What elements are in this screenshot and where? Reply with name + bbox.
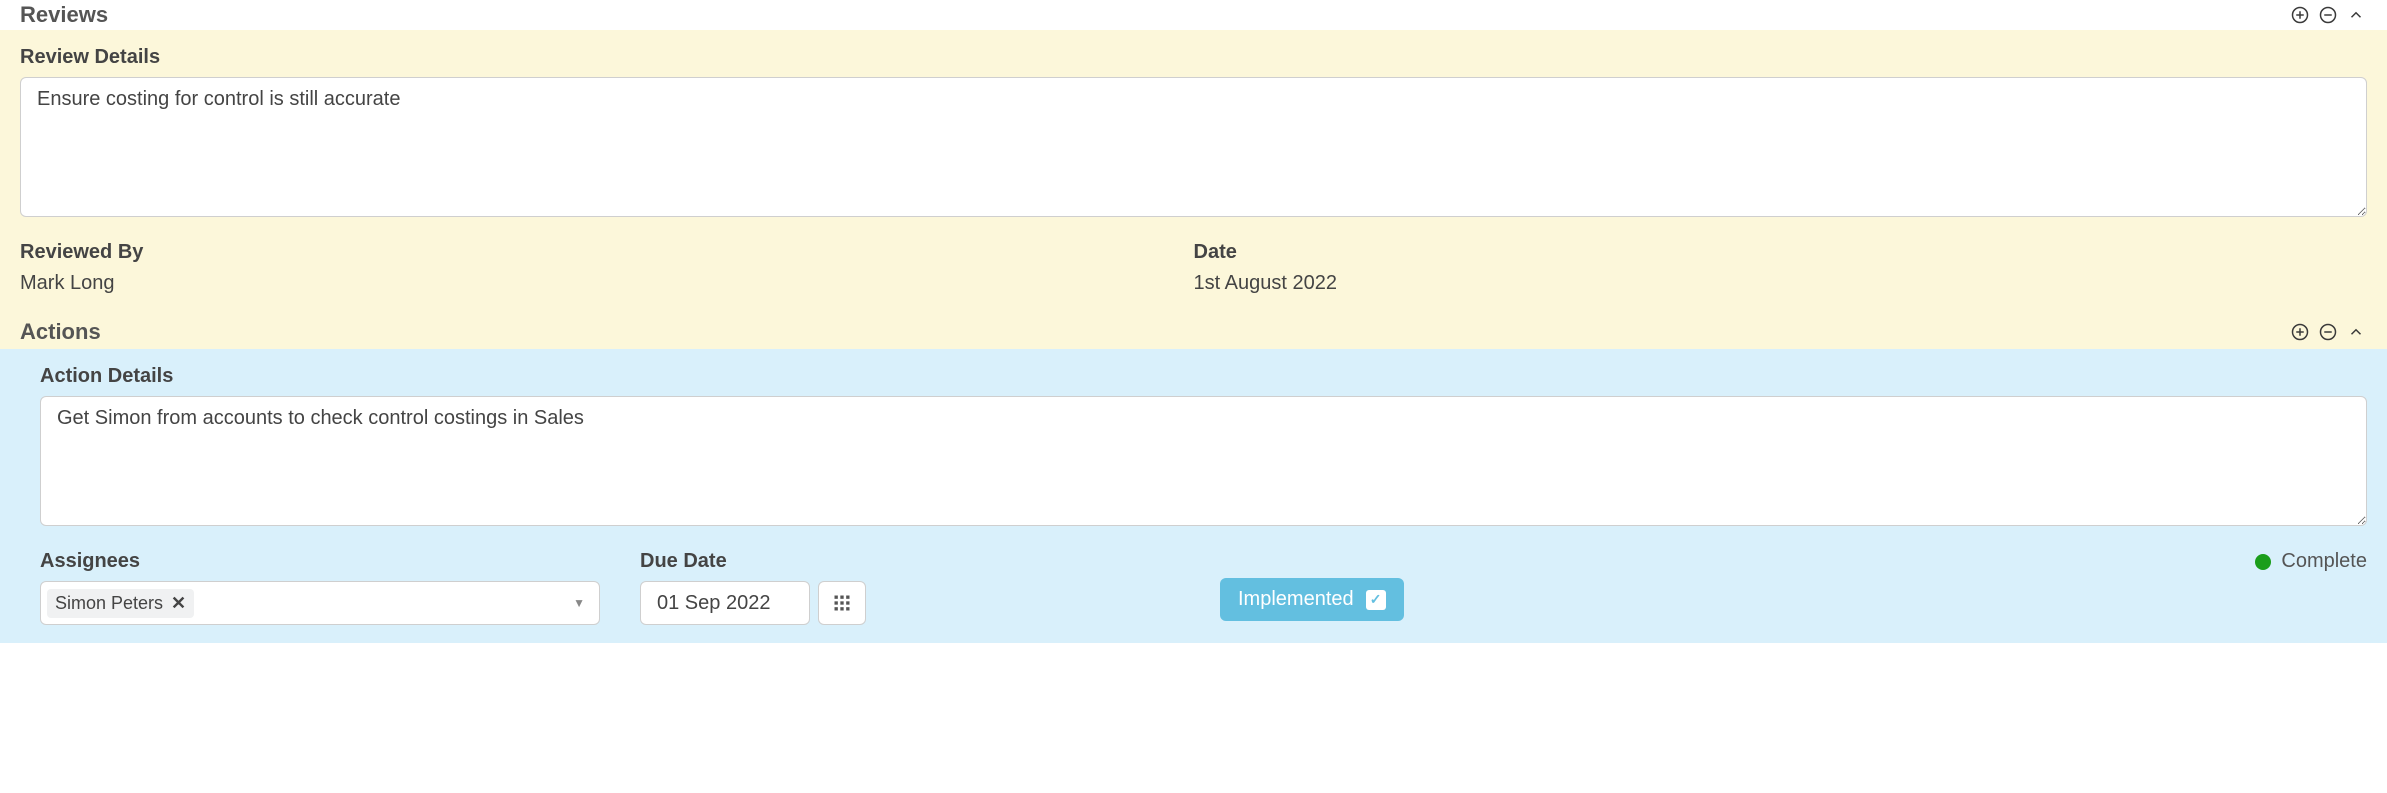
reviewed-by-value: Mark Long <box>20 272 1194 295</box>
due-date-input[interactable] <box>640 581 810 625</box>
implemented-col: Implemented ✓ <box>1220 550 1520 621</box>
collapse-actions-icon[interactable] <box>2345 321 2367 343</box>
review-date-value: 1st August 2022 <box>1194 272 2368 295</box>
status-dot-icon <box>2255 554 2271 570</box>
add-action-icon[interactable] <box>2289 321 2311 343</box>
complete-col: Complete <box>1520 550 2367 573</box>
actions-header-actions <box>2289 321 2367 343</box>
review-details-textarea[interactable] <box>20 77 2367 217</box>
actions-title: Actions <box>20 319 101 345</box>
action-details-label: Action Details <box>40 365 2367 388</box>
assignee-chip-label: Simon Peters <box>55 593 163 614</box>
due-date-label: Due Date <box>640 550 1220 573</box>
add-review-icon[interactable] <box>2289 4 2311 26</box>
review-meta-row: Reviewed By Mark Long Date 1st August 20… <box>20 241 2367 295</box>
remove-review-icon[interactable] <box>2317 4 2339 26</box>
actions-fields-row: Assignees Simon Peters ✕ ▼ Due Date <box>40 550 2367 625</box>
actions-header: Actions <box>0 313 2387 349</box>
reviewed-by-label: Reviewed By <box>20 241 1194 264</box>
reviews-header-actions <box>2289 4 2367 26</box>
reviewed-by-col: Reviewed By Mark Long <box>20 241 1194 295</box>
complete-label: Complete <box>2281 550 2367 573</box>
collapse-reviews-icon[interactable] <box>2345 4 2367 26</box>
due-date-wrap <box>640 581 1220 625</box>
reviews-header: Reviews <box>0 0 2387 30</box>
actions-panel: Action Details Assignees Simon Peters ✕ … <box>0 349 2387 643</box>
assignees-label: Assignees <box>40 550 640 573</box>
assignees-col: Assignees Simon Peters ✕ ▼ <box>40 550 640 625</box>
implemented-label: Implemented <box>1238 588 1354 611</box>
remove-action-icon[interactable] <box>2317 321 2339 343</box>
review-details-label: Review Details <box>20 46 2367 69</box>
reviews-title: Reviews <box>20 2 108 28</box>
implemented-check-icon: ✓ <box>1366 590 1386 610</box>
remove-assignee-icon[interactable]: ✕ <box>171 593 186 614</box>
review-date-label: Date <box>1194 241 2368 264</box>
chevron-down-icon[interactable]: ▼ <box>573 596 585 610</box>
due-date-col: Due Date <box>640 550 1220 625</box>
assignees-select[interactable]: Simon Peters ✕ ▼ <box>40 581 600 625</box>
reviews-panel: Review Details Reviewed By Mark Long Dat… <box>0 30 2387 313</box>
calendar-icon[interactable] <box>818 581 866 625</box>
implemented-button[interactable]: Implemented ✓ <box>1220 578 1404 621</box>
assignee-chip: Simon Peters ✕ <box>47 589 194 618</box>
action-details-textarea[interactable] <box>40 396 2367 526</box>
review-date-col: Date 1st August 2022 <box>1194 241 2368 295</box>
